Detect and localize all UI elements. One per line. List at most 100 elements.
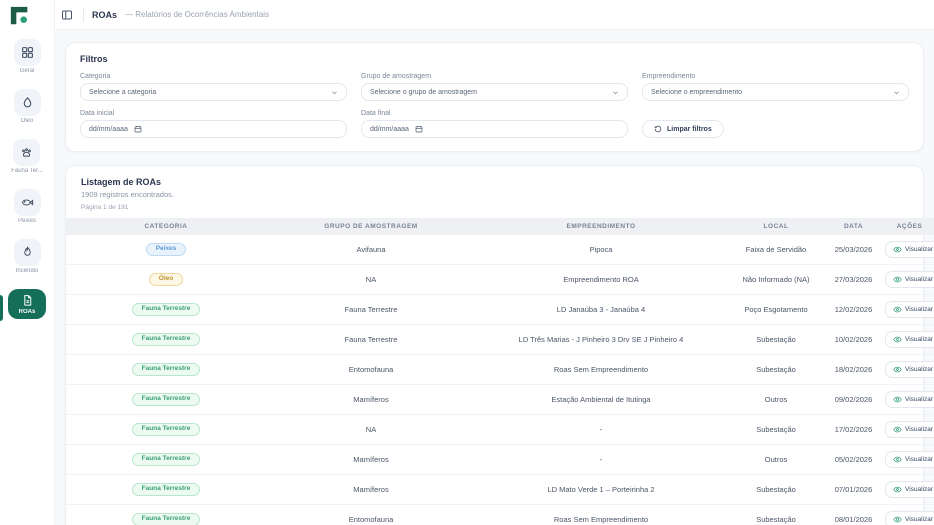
cell-grupo: Entomofauna — [266, 354, 476, 385]
sidebar-item-fauna[interactable]: Fauna Ter... — [0, 137, 54, 176]
categoria-badge: Fauna Terrestre — [131, 332, 201, 347]
listing-title: Listagem de ROAs — [81, 177, 162, 187]
eye-icon — [893, 245, 902, 254]
clear-filters-label: Limpar filtros — [667, 125, 712, 133]
table-row: Fauna Terrestre Entomofauna Roas Sem Empre… — [66, 504, 934, 525]
calendar-icon[interactable] — [134, 125, 142, 133]
categoria-badge: Peixes — [145, 242, 187, 257]
empreendimento-placeholder: Selecione o empreendimento — [651, 88, 743, 96]
sidebar-item-geral[interactable]: Geral — [0, 37, 54, 76]
eye-icon — [893, 365, 902, 374]
cell-grupo: Mamíferos — [266, 384, 476, 415]
field-data-final: Data final dd/mm/aaaa — [361, 110, 628, 138]
table-row: Fauna Terrestre Mamíferos - Outros 05/02/202… — [66, 444, 934, 475]
categoria-badge: Fauna Terrestre — [131, 392, 201, 407]
chevron-down-icon — [612, 89, 619, 96]
listing-card: Listagem de ROAs 1909 registros encontra… — [65, 165, 934, 525]
sidebar-item-roas[interactable]: ROAs — [0, 287, 54, 321]
sidebar-item-label: Óleo — [20, 118, 34, 124]
field-categoria: Categoria Selecione a categoria — [80, 73, 347, 101]
grupo-select[interactable]: Selecione o grupo de amostragem — [361, 83, 628, 101]
sidebar-item-oleo[interactable]: Óleo — [0, 87, 54, 126]
data-inicial-input[interactable]: dd/mm/aaaa — [80, 120, 347, 138]
visualizar-button[interactable]: Visualizar — [885, 391, 934, 408]
data-final-input[interactable]: dd/mm/aaaa — [361, 120, 628, 138]
chevron-down-icon — [331, 89, 338, 96]
cell-data: 12/02/2026 — [826, 294, 881, 325]
visualizar-button[interactable]: Visualizar — [885, 361, 934, 378]
visualizar-label: Visualizar — [905, 306, 934, 313]
cell-local: Poço Esgotamento — [726, 294, 826, 325]
sidebar-item-label: Peixes — [17, 218, 36, 224]
categoria-select[interactable]: Selecione a categoria — [80, 83, 347, 101]
clear-filters-wrap: Limpar filtros — [642, 110, 909, 138]
table-row: Fauna Terrestre Fauna Terrestre LD Três Ma… — [66, 324, 934, 355]
visualizar-button[interactable]: Visualizar — [885, 241, 934, 258]
content-area: Filtros Categoria Selecione a categoria … — [55, 30, 934, 525]
visualizar-button[interactable]: Visualizar — [885, 301, 934, 318]
visualizar-button[interactable]: Visualizar — [885, 511, 934, 525]
cell-data: 09/02/2026 — [826, 384, 881, 415]
calendar-icon[interactable] — [415, 125, 423, 133]
filters-card: Filtros Categoria Selecione a categoria … — [65, 42, 924, 152]
cell-data: 25/03/2026 — [826, 235, 881, 265]
cell-grupo: Mamíferos — [266, 474, 476, 505]
cell-data: 08/01/2026 — [826, 504, 881, 525]
cell-grupo: Entomofauna — [266, 504, 476, 525]
topbar: ROAs — Relatórios de Ocorrências Ambient… — [55, 0, 934, 30]
active-indicator — [0, 295, 3, 321]
eye-icon — [893, 485, 902, 494]
eye-icon — [893, 305, 902, 314]
sidebar-item-label: Fauna Ter... — [11, 168, 43, 174]
sidebar-item-peixes[interactable]: Peixes — [0, 187, 54, 226]
sidebar-item-incendio[interactable]: Incêndio — [0, 237, 54, 276]
cell-data: 10/02/2026 — [826, 324, 881, 355]
categoria-badge: Óleo — [148, 272, 184, 287]
data-inicial-label: Data inicial — [80, 110, 115, 117]
clear-filters-button[interactable]: Limpar filtros — [642, 120, 724, 138]
app-logo — [9, 5, 31, 27]
cell-empreendimento: - — [476, 414, 726, 445]
col-header-empreendimento: EMPREENDIMENTO — [476, 218, 726, 235]
visualizar-button[interactable]: Visualizar — [885, 271, 934, 288]
refresh-icon — [654, 125, 662, 133]
data-inicial-placeholder: dd/mm/aaaa — [89, 125, 128, 133]
col-header-data: DATA — [826, 218, 881, 235]
eye-icon — [893, 455, 902, 464]
eye-icon — [893, 515, 902, 524]
cell-grupo: Fauna Terrestre — [266, 324, 476, 355]
cell-empreendimento: LD Três Marias - J Pinheiro 3 Drv SE J P… — [476, 324, 726, 355]
cell-data: 05/02/2026 — [826, 444, 881, 475]
visualizar-label: Visualizar — [905, 336, 934, 343]
topbar-divider — [83, 7, 84, 22]
col-header-local: LOCAL — [726, 218, 826, 235]
cell-grupo: NA — [266, 414, 476, 445]
categoria-badge: Fauna Terrestre — [131, 452, 201, 467]
visualizar-label: Visualizar — [905, 486, 934, 493]
sidebar-item-label: Geral — [19, 68, 35, 74]
visualizar-button[interactable]: Visualizar — [885, 451, 934, 468]
cell-grupo: Fauna Terrestre — [266, 294, 476, 325]
chevron-down-icon — [893, 89, 900, 96]
cell-local: Outros — [726, 384, 826, 415]
visualizar-button[interactable]: Visualizar — [885, 331, 934, 348]
visualizar-button[interactable]: Visualizar — [885, 481, 934, 498]
table-row: Óleo NA Empreendimento ROA Não Informado (N… — [66, 264, 934, 295]
app-window: Geral Óleo Fauna Ter... Peixes Incêndio ROAs … — [0, 0, 934, 525]
page-title: ROAs — [92, 9, 118, 20]
categoria-badge: Fauna Terrestre — [131, 512, 201, 525]
visualizar-label: Visualizar — [905, 426, 934, 433]
categoria-label: Categoria — [80, 73, 111, 80]
grid-icon — [13, 39, 41, 66]
sidebar-toggle-icon[interactable] — [59, 7, 75, 23]
filters-title: Filtros — [80, 54, 108, 64]
cell-empreendimento: Roas Sem Empreendimento — [476, 354, 726, 385]
empreendimento-select[interactable]: Selecione o empreendimento — [642, 83, 909, 101]
visualizar-button[interactable]: Visualizar — [885, 421, 934, 438]
cell-grupo: Avifauna — [266, 235, 476, 265]
main-area: ROAs — Relatórios de Ocorrências Ambient… — [55, 0, 934, 525]
cell-local: Subestação — [726, 474, 826, 505]
table-row: Fauna Terrestre Entomofauna Roas Sem Empre… — [66, 354, 934, 385]
categoria-badge: Fauna Terrestre — [131, 362, 201, 377]
cell-local: Subestação — [726, 324, 826, 355]
